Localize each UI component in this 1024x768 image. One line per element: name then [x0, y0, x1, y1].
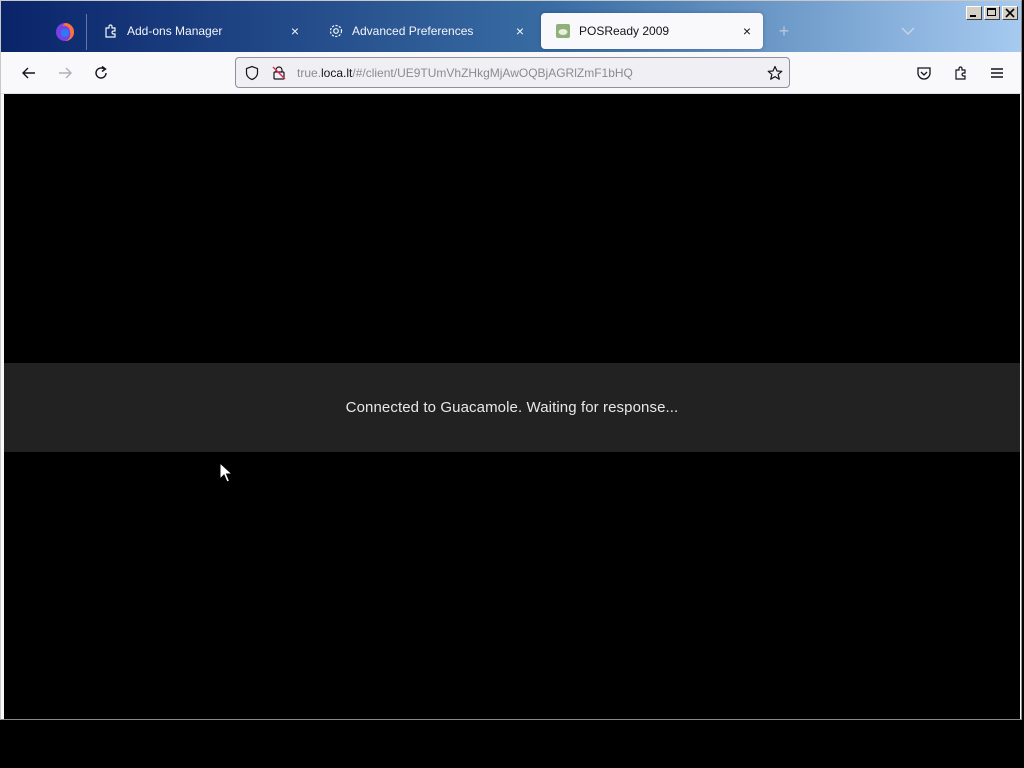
- star-bookmark-icon[interactable]: [767, 65, 783, 81]
- close-tab-icon[interactable]: ×: [287, 23, 303, 39]
- gear-icon: [328, 23, 344, 39]
- tab-advanced-preferences[interactable]: Advanced Preferences ×: [314, 13, 536, 49]
- puzzle-icon: [103, 23, 119, 39]
- url-host: loca.lt: [321, 66, 353, 80]
- insecure-lock-icon[interactable]: [271, 65, 287, 81]
- url-path: /#/client/UE9TUmVhZHkgMjAwOQBjAGRlZmF1bH…: [352, 66, 633, 80]
- status-message: Connected to Guacamole. Waiting for resp…: [345, 399, 679, 416]
- firefox-icon[interactable]: [54, 21, 76, 43]
- minimize-button[interactable]: [966, 6, 982, 20]
- pocket-icon: [917, 67, 931, 80]
- close-window-button[interactable]: [1002, 6, 1018, 20]
- back-button[interactable]: [18, 62, 40, 84]
- tab-posready-2009[interactable]: POSReady 2009 ×: [541, 13, 763, 49]
- reload-icon: [95, 65, 107, 79]
- close-tab-icon[interactable]: ×: [512, 23, 528, 39]
- menu-button[interactable]: [986, 62, 1008, 84]
- url-text[interactable]: true.loca.lt/#/client/UE9TUmVhZHkgMjAwOQ…: [297, 66, 633, 80]
- page-content[interactable]: Connected to Guacamole. Waiting for resp…: [4, 94, 1020, 719]
- new-tab-button[interactable]: +: [775, 22, 793, 40]
- maximize-button[interactable]: [984, 6, 1000, 20]
- close-tab-icon[interactable]: ×: [739, 23, 755, 39]
- puzzle-icon: [955, 66, 966, 80]
- address-bar[interactable]: true.loca.lt/#/client/UE9TUmVhZHkgMjAwOQ…: [235, 57, 790, 88]
- site-favicon: [555, 23, 571, 39]
- window-controls: [966, 6, 1018, 20]
- arrow-left-icon: [22, 67, 35, 79]
- mouse-cursor-icon: [219, 462, 233, 483]
- tab-separator: [86, 14, 87, 50]
- browser-window: Add-ons Manager × Advanced Preferences ×…: [0, 0, 1022, 720]
- pocket-button[interactable]: [913, 62, 935, 84]
- navigation-toolbar: true.loca.lt/#/client/UE9TUmVhZHkgMjAwOQ…: [1, 52, 1021, 94]
- tab-label: Add-ons Manager: [127, 24, 223, 38]
- tab-label: Advanced Preferences: [352, 24, 474, 38]
- extensions-button[interactable]: [950, 62, 972, 84]
- reload-button[interactable]: [90, 62, 112, 84]
- url-prefix: true.: [297, 66, 322, 80]
- tab-addons-manager[interactable]: Add-ons Manager ×: [89, 13, 311, 49]
- tab-label: POSReady 2009: [579, 24, 670, 38]
- connection-status-banner: Connected to Guacamole. Waiting for resp…: [4, 363, 1020, 452]
- arrow-right-icon: [59, 67, 72, 79]
- chevron-down-icon[interactable]: [899, 23, 917, 39]
- forward-button[interactable]: [54, 62, 76, 84]
- shield-icon[interactable]: [244, 65, 260, 81]
- tab-bar: Add-ons Manager × Advanced Preferences ×…: [1, 1, 1021, 52]
- hamburger-menu-icon: [991, 68, 1003, 78]
